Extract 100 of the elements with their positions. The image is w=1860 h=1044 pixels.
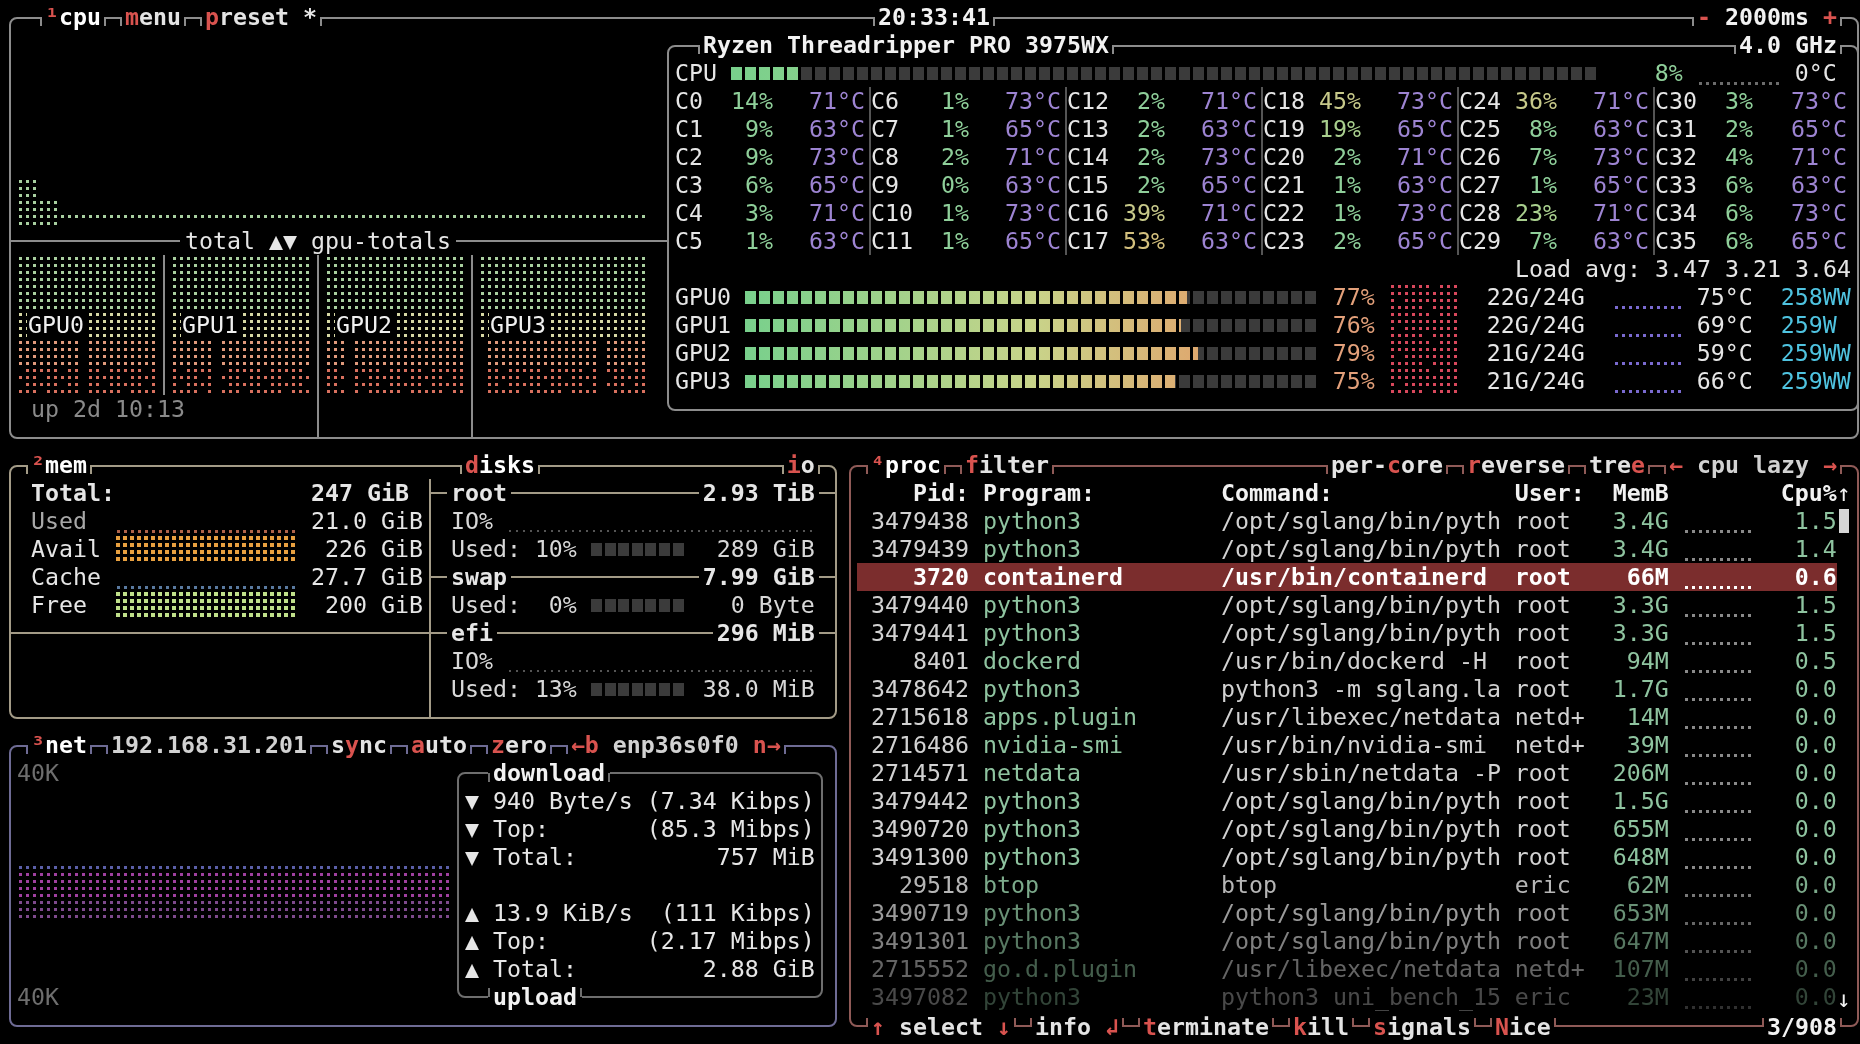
temperature-label: 63°C [808, 227, 865, 255]
option-button[interactable]: → [1823, 451, 1837, 479]
option-button[interactable]: ↑ select ↓ [871, 1013, 1011, 1041]
process-row[interactable]: 3478642 python3 python3 -m sglang.la root 1.7G 0.0 [857, 675, 1837, 703]
option-button[interactable]: per-core [1331, 451, 1444, 479]
process-row[interactable]: 2715552 go.d.plugin /usr/libexec/netdata netd+ 107M 0.0 [857, 955, 1837, 983]
process-row[interactable]: 8401 dockerd /usr/bin/dockerd -H root 94M 0.5 [857, 647, 1837, 675]
table-cell-text: python3 [981, 675, 1082, 703]
percent-label: 1% [1331, 199, 1361, 227]
percent-label: 4% [1723, 143, 1753, 171]
table-cell-text: 0.6 [1793, 563, 1837, 591]
core-label: C16 [1067, 199, 1110, 227]
core-label: C34 [1655, 199, 1698, 227]
memory-label: 21G/24G [1486, 367, 1585, 395]
table-cell-text: 1.5 [1793, 619, 1837, 647]
column-header[interactable]: Program: [968, 479, 1221, 507]
option-button[interactable]: tree [1589, 451, 1646, 479]
process-row[interactable]: 3490719 python3 /opt/sglang/bin/pyth root 653M 0.0 [857, 899, 1837, 927]
table-cell-text: 3.3G [1611, 591, 1669, 619]
down-arrow-icon: ▼ [464, 787, 479, 815]
percent-label: 1% [1331, 171, 1361, 199]
option-button[interactable]: preset * [204, 3, 317, 31]
core-label: C1 [675, 115, 704, 143]
temperature-label: 71°C [808, 199, 865, 227]
option-button[interactable]: io [786, 451, 815, 479]
core-label: C11 [871, 227, 914, 255]
process-row[interactable]: 3491301 python3 /opt/sglang/bin/pyth root 647M 0.0 [857, 927, 1837, 955]
table-cell-text: /usr/libexec/netdata [1220, 955, 1502, 983]
core-label: C10 [871, 199, 914, 227]
process-row[interactable]: 2714571 netdata /usr/sbin/netdata -P root 206M 0.0 [857, 759, 1837, 787]
option-button[interactable]: sync [330, 731, 387, 759]
table-cell-text: 3479442 [870, 787, 969, 815]
scroll-down-button[interactable]: ↓ [1836, 985, 1851, 1013]
process-row[interactable]: 3479439 python3 /opt/sglang/bin/pyth root 3.4G 1.4 [857, 535, 1837, 563]
process-row[interactable]: 2715618 apps.plugin /usr/libexec/netdata netd+ 14M 0.0 [857, 703, 1837, 731]
column-header[interactable]: Pid: [857, 479, 969, 507]
table-cell-text: root [1514, 759, 1572, 787]
process-row[interactable]: 3479442 python3 /opt/sglang/bin/pyth root 1.5G 0.0 [857, 787, 1837, 815]
table-cell-text: python3 [981, 843, 1082, 871]
table-cell-text: /opt/sglang/bin/pyth [1220, 619, 1502, 647]
option-button[interactable]: info ↲ [1034, 1013, 1119, 1041]
rate-label: Total: [492, 955, 577, 983]
table-cell-text: 3478642 [870, 675, 969, 703]
process-row[interactable]: 29518 btop btop eric 62M 0.0 [857, 871, 1837, 899]
process-row[interactable]: 3479438 python3 /opt/sglang/bin/pyth root 3.4G 1.5 [857, 507, 1837, 535]
option-button[interactable]: reverse [1467, 451, 1566, 479]
percent-label: 23% [1515, 199, 1557, 227]
panel-title: download [492, 759, 605, 787]
gpu-label: GPU3 [675, 367, 731, 395]
column-header[interactable]: Cpu% [1752, 479, 1837, 507]
rate-value: 757 MiB [716, 843, 815, 871]
panel-title[interactable]: ¹ cpu [45, 3, 101, 31]
option-button[interactable]: ←b [570, 731, 599, 759]
process-row[interactable]: 3479441 python3 /opt/sglang/bin/pyth root 3.3G 1.5 [857, 619, 1837, 647]
core-label: C22 [1263, 199, 1306, 227]
used-value: 38.0 MiB [701, 675, 815, 703]
column-header[interactable]: Command: [1220, 479, 1515, 507]
percent-label: 1% [939, 87, 969, 115]
core-label: C0 [675, 87, 704, 115]
option-button[interactable]: ← [1669, 451, 1684, 479]
table-cell-text: 2715618 [870, 703, 969, 731]
process-row[interactable]: 3479440 python3 /opt/sglang/bin/pyth root 3.3G 1.5 [857, 591, 1837, 619]
table-cell-text: python3 [981, 591, 1082, 619]
process-row[interactable]: 2716486 nvidia-smi /usr/bin/nvidia-smi netd+ 39M 0.0 [857, 731, 1837, 759]
table-cell-text: 655M [1611, 815, 1669, 843]
temperature-label: 71°C [1396, 143, 1453, 171]
core-label: C6 [871, 87, 900, 115]
option-button[interactable]: filter [964, 451, 1049, 479]
option-button[interactable]: zero [490, 731, 547, 759]
cpu-graph [1684, 922, 1751, 925]
core-label: C28 [1459, 199, 1502, 227]
percent-label: 8% [1527, 115, 1557, 143]
temperature-label: 66°C [1696, 367, 1753, 395]
mini-graph [1390, 285, 1457, 309]
process-row[interactable]: 3720 containerd /usr/bin/containerd root 66M 0.6 [857, 563, 1837, 591]
column-header[interactable]: User: [1514, 479, 1599, 507]
used-label: Used: [450, 535, 521, 563]
table-cell-text: 0.0 [1793, 675, 1837, 703]
gpu-label: GPU1 [675, 311, 731, 339]
process-row[interactable]: 3491300 python3 /opt/sglang/bin/pyth root 648M 0.0 [857, 843, 1837, 871]
table-cell-text: 2714571 [870, 759, 969, 787]
table-cell-text: python3 [981, 787, 1082, 815]
panel-title[interactable]: ³ net [31, 731, 87, 759]
core-label: C32 [1655, 143, 1698, 171]
column-header[interactable]: MemB [1598, 479, 1669, 507]
table-cell-text: 29518 [897, 871, 969, 899]
scrollbar-thumb[interactable] [1838, 509, 1849, 533]
core-label: C23 [1263, 227, 1306, 255]
decrease-button[interactable]: - [1697, 3, 1712, 31]
core-label: C4 [675, 199, 704, 227]
core-label: C8 [871, 143, 900, 171]
increase-button[interactable]: + [1823, 3, 1837, 31]
temperature-label: 63°C [1004, 171, 1061, 199]
table-cell-text: python3 [981, 899, 1082, 927]
process-row[interactable]: 3490720 python3 /opt/sglang/bin/pyth root 655M 0.0 [857, 815, 1837, 843]
scroll-up-button[interactable]: ↑ [1836, 479, 1851, 507]
graph-toggle-button[interactable]: ▲▼ [269, 227, 297, 255]
table-cell-text: 0.0 [1793, 787, 1837, 815]
panel-title[interactable]: ⁴proc [871, 451, 941, 479]
option-button[interactable]: n→ [752, 731, 781, 759]
